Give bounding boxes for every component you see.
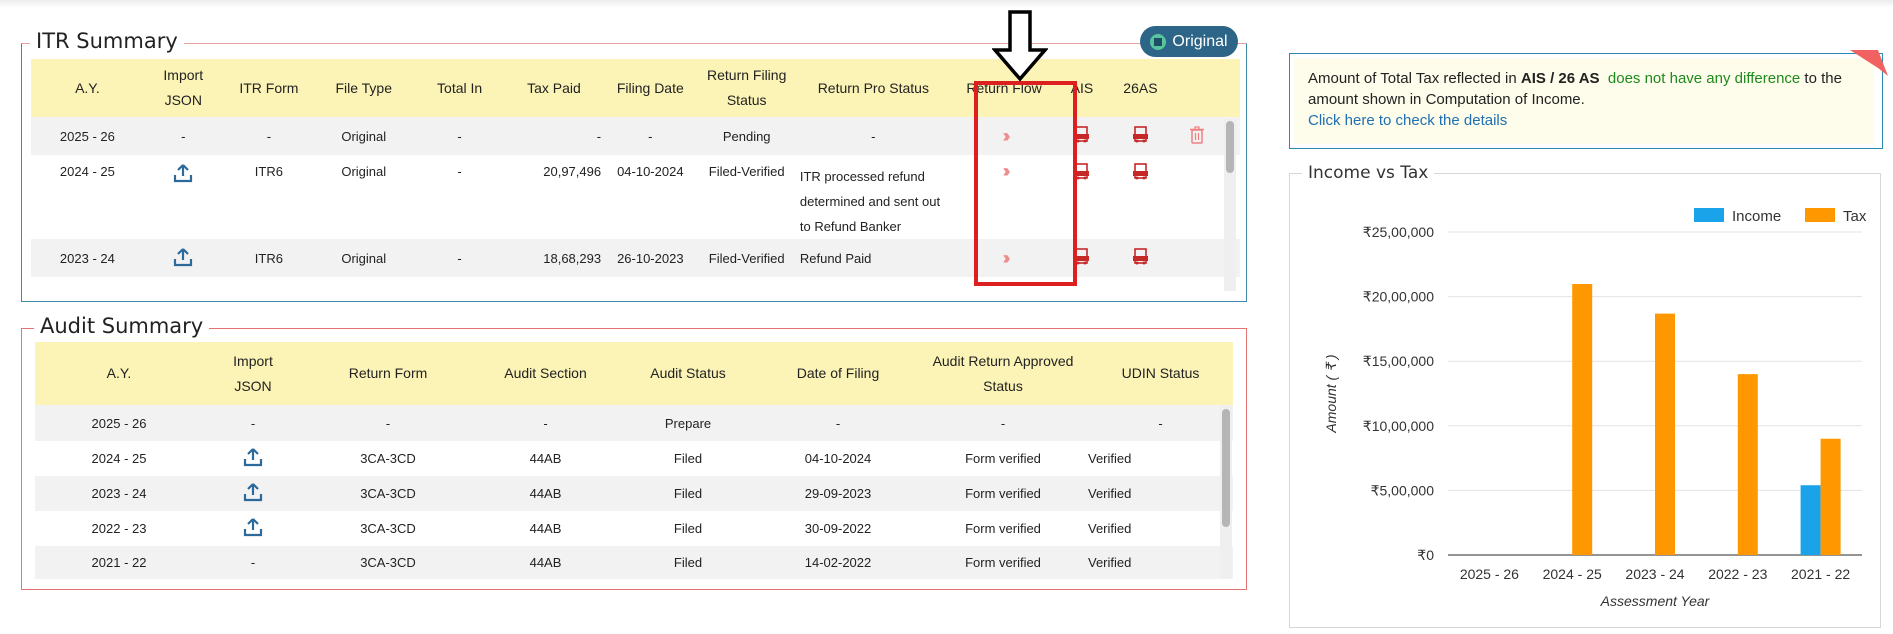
y-tick-label: ₹20,00,000 <box>1363 289 1434 305</box>
x-axis-label: Assessment Year <box>1600 593 1711 609</box>
itr-scroll-thumb[interactable] <box>1226 121 1234 173</box>
table-row: 2022 - 23 3CA-3CD 44AB Filed 30-09-2022 … <box>35 511 1233 546</box>
itr-form-link[interactable]: ITR6 <box>222 155 316 239</box>
26as-pdf-icon[interactable] <box>1132 163 1149 180</box>
itr-summary-title: ITR Summary <box>30 29 184 53</box>
check-details-link[interactable]: Click here to check the details <box>1308 112 1507 129</box>
y-axis-label: Amount ( ₹ ) <box>1323 354 1339 433</box>
return-pro-status: ITR processed refund determined and sent… <box>793 155 953 239</box>
upload-icon[interactable] <box>173 247 193 270</box>
col-file-type: File Type <box>315 59 413 117</box>
x-tick-label: 2022 - 23 <box>1708 566 1767 582</box>
upload-icon[interactable] <box>243 518 263 540</box>
legend-label-income: Income <box>1732 208 1781 225</box>
bar-income <box>1800 485 1821 555</box>
audit-status-link[interactable]: Filed <box>618 546 758 579</box>
table-row: 2021 - 22 - 3CA-3CD 44AB Filed 14-02-202… <box>35 546 1233 579</box>
upload-icon[interactable] <box>243 448 263 470</box>
col-audit-return-approved: Audit Return Approved Status <box>918 342 1088 405</box>
col-import-json: Import JSON <box>203 342 303 405</box>
y-tick-label: ₹0 <box>1417 547 1434 563</box>
y-tick-label: ₹5,00,000 <box>1371 482 1435 498</box>
arrow-down-icon <box>992 10 1048 82</box>
approved-status-link[interactable]: Form verified <box>918 511 1088 546</box>
x-tick-label: 2023 - 24 <box>1625 566 1684 582</box>
26as-pdf-icon[interactable] <box>1132 248 1149 265</box>
itr-table-scrollbar[interactable] <box>1224 119 1236 291</box>
audit-status-link[interactable]: Filed <box>618 441 758 476</box>
x-tick-label: 2025 - 26 <box>1460 566 1519 582</box>
filing-date-link[interactable]: 29-09-2023 <box>758 476 918 511</box>
return-status-link[interactable]: Filed-Verified <box>699 239 794 277</box>
y-tick-label: ₹15,00,000 <box>1363 353 1434 369</box>
table-row: 2023 - 24 3CA-3CD 44AB Filed 29-09-2023 … <box>35 476 1233 511</box>
col-total-in: Total In <box>412 59 507 117</box>
audit-status-link[interactable]: Filed <box>618 511 758 546</box>
col-tax-paid: Tax Paid <box>506 59 602 117</box>
approved-status-link[interactable]: Form verified <box>918 441 1088 476</box>
legend-swatch-tax <box>1805 208 1835 222</box>
bar-tax <box>1572 284 1593 555</box>
col-audit-section: Audit Section <box>473 342 618 405</box>
audit-scroll-thumb[interactable] <box>1222 409 1230 527</box>
col-import-json: Import JSON <box>143 59 223 117</box>
return-flow-highlight <box>974 81 1077 286</box>
audit-table-scrollbar[interactable] <box>1220 406 1232 578</box>
col-date-of-filing: Date of Filing <box>758 342 918 405</box>
x-tick-label: 2021 - 22 <box>1791 566 1850 582</box>
audit-status-link[interactable]: Prepare <box>618 405 758 441</box>
original-badge[interactable]: Original <box>1140 26 1238 57</box>
document-icon <box>1150 33 1167 50</box>
top-shadow <box>0 0 1893 8</box>
corner-ribbon-icon <box>1850 50 1888 76</box>
legend-label-tax: Tax <box>1843 208 1867 225</box>
upload-icon[interactable] <box>243 483 263 505</box>
col-audit-status: Audit Status <box>618 342 758 405</box>
bar-tax <box>1820 438 1841 555</box>
col-itr-form: ITR Form <box>222 59 316 117</box>
x-tick-label: 2024 - 25 <box>1543 566 1602 582</box>
col-ay: A.Y. <box>31 59 144 117</box>
table-row: 2024 - 25 3CA-3CD 44AB Filed 04-10-2024 … <box>35 441 1233 476</box>
col-return-pro-status: Return Pro Status <box>793 59 953 117</box>
approved-status-link[interactable]: Form verified <box>918 476 1088 511</box>
audit-summary-table: A.Y. Import JSON Return Form Audit Sectio… <box>35 342 1233 579</box>
delete-icon[interactable] <box>1189 125 1205 147</box>
26as-pdf-icon[interactable] <box>1132 126 1149 143</box>
bar-tax <box>1737 374 1758 555</box>
col-return-filing-status: Return Filing Status <box>699 59 794 117</box>
tax-difference-note: Amount of Total Tax reflected in AIS / 2… <box>1289 50 1888 149</box>
col-filing-date: Filing Date <box>601 59 700 117</box>
upload-icon[interactable] <box>173 164 193 186</box>
col-udin-status: UDIN Status <box>1088 342 1233 405</box>
filing-date-link[interactable]: 14-02-2022 <box>758 546 918 579</box>
itr-form-link[interactable]: ITR6 <box>222 239 316 277</box>
income-vs-tax-chart: ₹0 ₹5,00,000 ₹10,00,000 ₹15,00,000 ₹20,00,00… <box>1323 208 1867 609</box>
y-tick-label: ₹25,00,000 <box>1363 224 1434 240</box>
table-row: 2025 - 26 - - - Prepare - - - <box>35 405 1233 441</box>
chart-title: Income vs Tax <box>1302 163 1435 183</box>
col-return-form: Return Form <box>303 342 473 405</box>
audit-summary-title: Audit Summary <box>34 314 210 338</box>
approved-status-link[interactable]: Form verified <box>918 546 1088 579</box>
legend-swatch-income <box>1694 208 1724 222</box>
y-tick-label: ₹10,00,000 <box>1363 418 1434 434</box>
audit-status-link[interactable]: Filed <box>618 476 758 511</box>
return-status-link[interactable]: Pending <box>699 117 794 155</box>
col-ay: A.Y. <box>35 342 203 405</box>
original-badge-label: Original <box>1172 32 1228 50</box>
bar-tax <box>1655 313 1675 555</box>
col-26as: 26AS <box>1108 59 1173 117</box>
filing-date-link[interactable]: 04-10-2024 <box>758 441 918 476</box>
filing-date-link[interactable]: 30-09-2022 <box>758 511 918 546</box>
return-status-link[interactable]: Filed-Verified <box>699 155 794 239</box>
